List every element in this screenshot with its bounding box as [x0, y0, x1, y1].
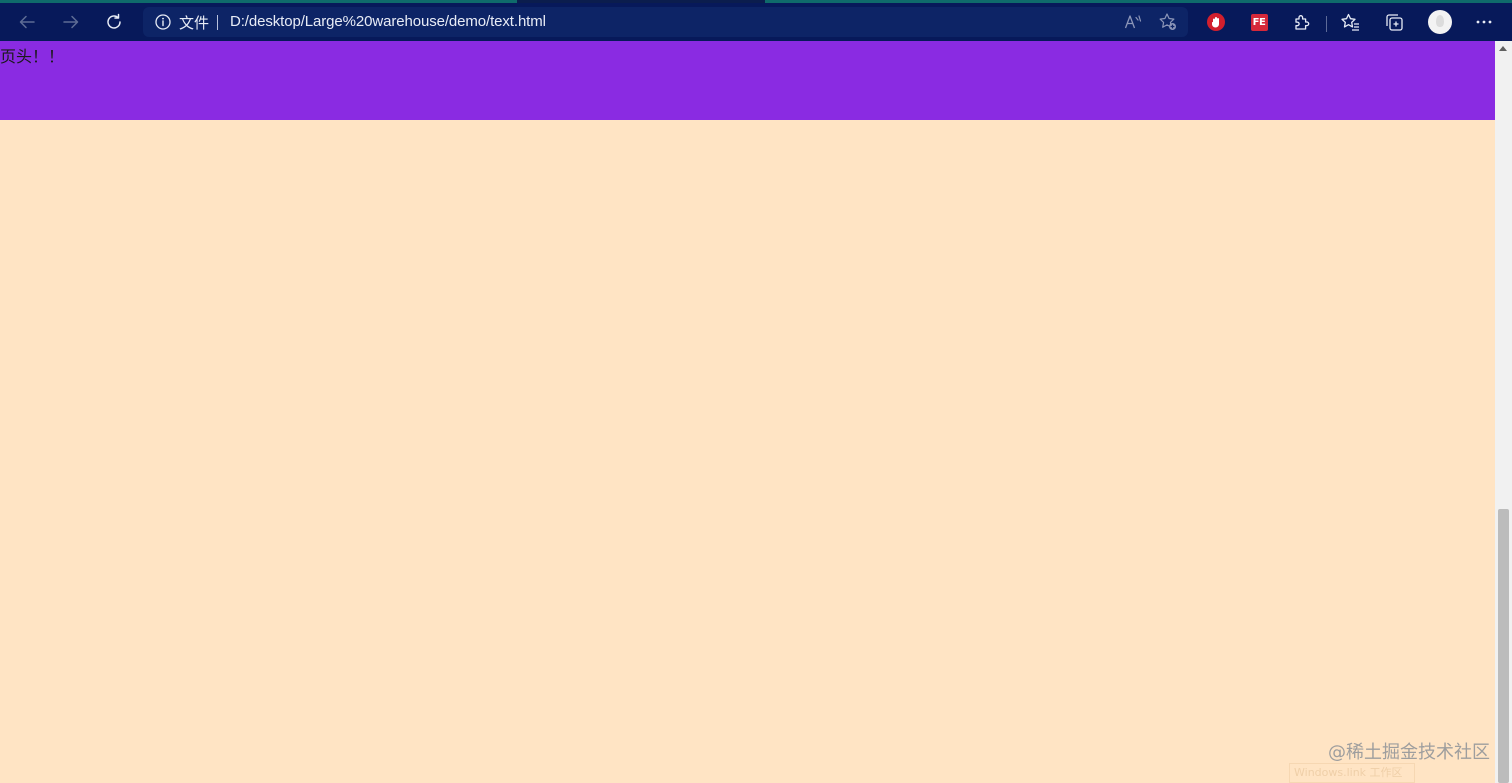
- scroll-up-arrow-icon[interactable]: [1499, 46, 1507, 51]
- page-header-text: 页头！！: [0, 47, 65, 66]
- add-favorite-icon[interactable]: [1158, 12, 1178, 32]
- address-separator: [217, 15, 218, 30]
- watermark-text: @稀土掘金技术社区: [1328, 742, 1490, 763]
- adblock-extension-icon[interactable]: [1205, 11, 1227, 33]
- browser-window: 文件 D:/desktop/Large%20warehouse/demo/tex…: [0, 0, 1512, 783]
- page-header: 页头！！: [0, 41, 1495, 120]
- puzzle-icon[interactable]: [1291, 11, 1313, 33]
- more-menu-icon[interactable]: [1473, 11, 1495, 33]
- read-aloud-icon[interactable]: [1123, 12, 1143, 32]
- vertical-scrollbar[interactable]: [1495, 41, 1512, 783]
- scrollbar-thumb[interactable]: [1498, 509, 1509, 783]
- forward-arrow-icon[interactable]: [55, 6, 87, 38]
- file-scheme-label: 文件: [179, 14, 210, 32]
- refresh-icon[interactable]: [98, 6, 130, 38]
- info-icon[interactable]: [155, 14, 171, 30]
- toolbar-divider: [1326, 16, 1327, 32]
- fe-extension-icon[interactable]: FE: [1248, 11, 1270, 33]
- page-viewport: 页头！！: [0, 41, 1495, 783]
- browser-toolbar: 文件 D:/desktop/Large%20warehouse/demo/tex…: [0, 3, 1512, 41]
- url-text[interactable]: D:/desktop/Large%20warehouse/demo/text.h…: [230, 13, 546, 30]
- activation-notice: Windows.link 工作区: [1289, 763, 1415, 783]
- collections-icon[interactable]: [1383, 11, 1405, 33]
- favorites-icon[interactable]: [1339, 11, 1361, 33]
- address-bar[interactable]: 文件 D:/desktop/Large%20warehouse/demo/tex…: [143, 7, 1188, 37]
- back-arrow-icon[interactable]: [11, 6, 43, 38]
- profile-avatar[interactable]: [1428, 10, 1452, 34]
